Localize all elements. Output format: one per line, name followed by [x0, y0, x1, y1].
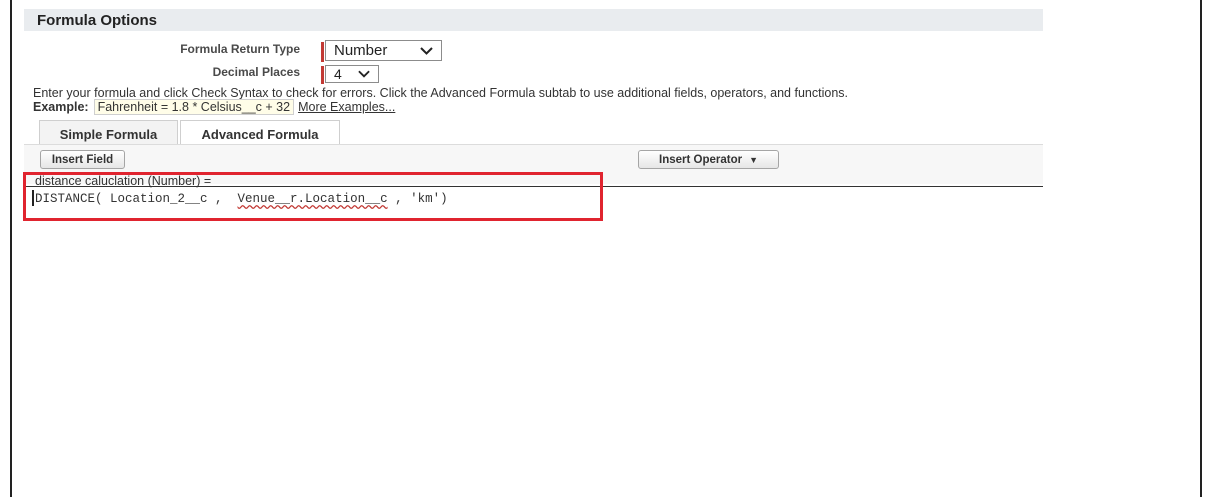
insert-operator-button[interactable]: Insert Operator ▼: [638, 150, 779, 169]
chevron-down-icon: [420, 46, 433, 55]
chevron-down-icon: [358, 70, 370, 78]
tab-advanced-formula[interactable]: Advanced Formula: [180, 120, 340, 147]
tab-simple-formula[interactable]: Simple Formula: [39, 120, 178, 147]
insert-field-label: Insert Field: [51, 153, 114, 166]
required-indicator: [321, 42, 324, 62]
section-header: Formula Options: [24, 9, 1043, 31]
return-type-select[interactable]: Number: [325, 40, 442, 61]
example-formula: Fahrenheit = 1.8 * Celsius__c + 32: [93, 99, 295, 115]
decimal-places-value: 4: [334, 66, 342, 82]
insert-operator-label: Insert Operator: [659, 153, 743, 166]
annotation-highlight-box: [23, 172, 603, 221]
required-indicator: [321, 66, 324, 84]
section-title: Formula Options: [37, 12, 157, 29]
instructions-text: Enter your formula and click Check Synta…: [33, 86, 848, 100]
return-type-value: Number: [334, 42, 388, 59]
decimal-places-label: Decimal Places: [212, 65, 300, 79]
example-row: Example: Fahrenheit = 1.8 * Celsius__c +…: [33, 99, 395, 115]
caret-down-icon: ▼: [749, 154, 758, 165]
more-examples-link[interactable]: More Examples...: [298, 100, 395, 114]
return-type-label: Formula Return Type: [180, 42, 300, 56]
insert-field-button[interactable]: Insert Field: [40, 150, 125, 169]
example-label: Example:: [33, 100, 89, 114]
decimal-places-select[interactable]: 4: [325, 65, 379, 83]
